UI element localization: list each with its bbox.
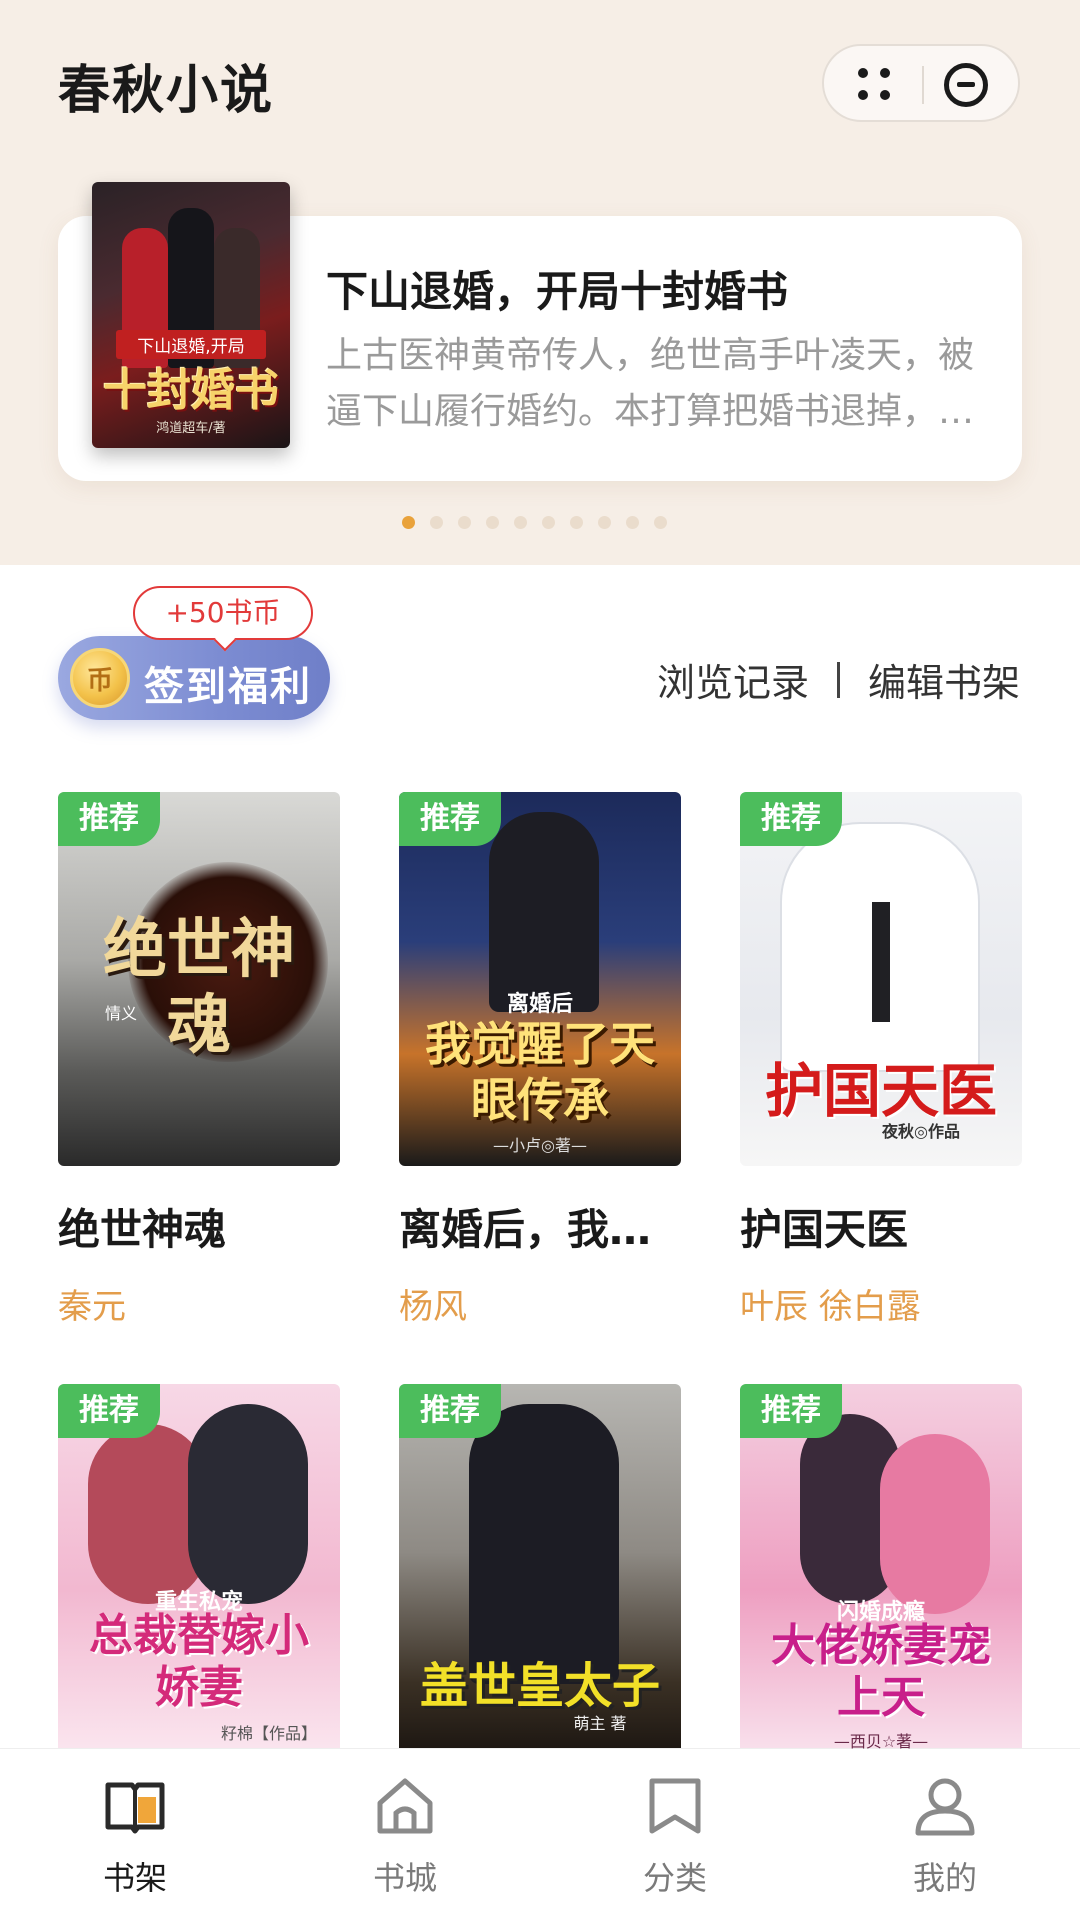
featured-book-cover[interactable]: 下山退婚,开局 十封婚书 鸿道超车/著 <box>92 182 290 448</box>
bookmark-icon <box>649 1778 701 1834</box>
cover-author: 萌主 著 <box>573 1714 627 1733</box>
tab-label: 我的 <box>912 1859 977 1897</box>
book-author: 杨风 <box>399 1287 467 1327</box>
actions-divider <box>836 661 840 698</box>
recommend-tag: 推荐 <box>58 792 160 846</box>
cover-title: 总裁替嫁小娇妻 <box>89 1610 309 1713</box>
tab-label: 书架 <box>102 1859 167 1897</box>
book-item[interactable]: 推荐 盖世皇太子 萌主 著 <box>399 1384 681 1810</box>
book-title[interactable]: 离婚后，我… <box>399 1196 681 1257</box>
book-item[interactable]: 推荐 护国天医 夜秋◎作品 护国天医 叶辰 徐白露 <box>740 792 1022 1328</box>
recommend-tag: 推荐 <box>740 792 842 846</box>
cover-title: 大佬娇妻宠上天 <box>771 1620 991 1723</box>
cover-art <box>188 1404 308 1604</box>
cover-title: 十封婚书 <box>103 365 279 416</box>
exit-circle-icon[interactable] <box>944 63 988 107</box>
tab-bookshelf[interactable]: 书架 <box>0 1749 270 1920</box>
pagination-dot[interactable] <box>542 516 555 529</box>
pagination-dot[interactable] <box>486 516 499 529</box>
cover-title: 我觉醒了天眼传承 <box>425 1017 655 1127</box>
book-cover[interactable]: 推荐 绝世神魂 情义 <box>58 792 340 1166</box>
edit-shelf-link[interactable]: 编辑书架 <box>868 652 1020 707</box>
book-title[interactable]: 护国天医 <box>740 1196 1022 1257</box>
book-author: 叶辰 徐白露 <box>740 1287 921 1327</box>
pagination-dot[interactable] <box>458 516 471 529</box>
coin-icon: 币 <box>70 648 130 708</box>
cover-art <box>872 902 890 1022</box>
pagination-dot[interactable] <box>402 516 415 529</box>
book-cover[interactable]: 推荐 盖世皇太子 萌主 著 <box>399 1384 681 1758</box>
cover-author: —西贝☆著— <box>833 1732 929 1751</box>
book-item[interactable]: 推荐 闪婚成瘾 大佬娇妻宠上天 —西贝☆著— <box>740 1384 1022 1810</box>
book-item[interactable]: 推荐 离婚后 我觉醒了天眼传承 —小卢◎著— 离婚后，我… 杨风 <box>399 792 681 1328</box>
cover-art <box>489 812 599 1012</box>
pagination-dot[interactable] <box>654 516 667 529</box>
cover-subtitle: 离婚后 <box>506 992 573 1017</box>
shelf-actions: 浏览记录 编辑书架 <box>657 652 1020 707</box>
browse-history-link[interactable]: 浏览记录 <box>657 652 809 707</box>
pagination-dot[interactable] <box>598 516 611 529</box>
book-cover[interactable]: 推荐 离婚后 我觉醒了天眼传承 —小卢◎著— <box>399 792 681 1166</box>
book-open-icon <box>105 1782 165 1834</box>
cover-author: —小卢◎著— <box>493 1136 587 1155</box>
cover-title: 盖世皇太子 <box>419 1658 660 1714</box>
recommend-tag: 推荐 <box>740 1384 842 1438</box>
bookshelf-screen: 春秋小说 下山退婚,开局 十封婚书 鸿道超车/著 下山退婚，开局十封婚书 上古医… <box>0 0 1080 1920</box>
more-dots-icon[interactable] <box>858 68 892 102</box>
pagination-dot[interactable] <box>430 516 443 529</box>
home-icon <box>377 1778 433 1834</box>
book-item[interactable]: 推荐 重生私宠 总裁替嫁小娇妻 籽棉【作品】 <box>58 1384 340 1810</box>
banner-pagination <box>402 516 667 530</box>
bottom-tab-bar: 书架 书城 分类 我的 <box>0 1748 1080 1920</box>
cover-art <box>880 1434 990 1614</box>
checkin-bonus-badge: +50书币 <box>133 586 313 640</box>
capsule-divider <box>922 66 924 104</box>
recommend-tag: 推荐 <box>399 1384 501 1438</box>
user-icon <box>915 1778 975 1836</box>
cover-subtitle: 情义 <box>104 1004 137 1023</box>
cover-title: 护国天医 <box>764 1057 997 1125</box>
tab-label: 书城 <box>372 1859 437 1897</box>
app-title: 春秋小说 <box>58 61 275 121</box>
recommend-tag: 推荐 <box>58 1384 160 1438</box>
checkin-label: 签到福利 <box>144 664 312 710</box>
cover-art <box>469 1404 619 1684</box>
book-cover[interactable]: 推荐 护国天医 夜秋◎作品 <box>740 792 1022 1166</box>
mini-program-capsule <box>822 44 1020 122</box>
cover-author: 夜秋◎作品 <box>882 1122 960 1141</box>
featured-book-title[interactable]: 下山退婚，开局十封婚书 <box>326 258 788 319</box>
tab-label: 分类 <box>642 1859 707 1897</box>
pagination-dot[interactable] <box>570 516 583 529</box>
book-title[interactable]: 绝世神魂 <box>58 1196 340 1257</box>
tab-bookstore[interactable]: 书城 <box>270 1749 540 1920</box>
cover-author: 籽棉【作品】 <box>220 1724 317 1743</box>
featured-book-description: 上古医神黄帝传人，绝世高手叶凌天，被逼下山履行婚约。本打算把婚书退掉，没想到十个… <box>326 335 975 432</box>
tab-category[interactable]: 分类 <box>540 1749 810 1920</box>
tab-profile[interactable]: 我的 <box>810 1749 1080 1920</box>
checkin-button[interactable]: 币 签到福利 <box>58 636 330 720</box>
book-item[interactable]: 推荐 绝世神魂 情义 绝世神魂 秦元 <box>58 792 340 1328</box>
pagination-dot[interactable] <box>626 516 639 529</box>
book-cover[interactable]: 推荐 闪婚成瘾 大佬娇妻宠上天 —西贝☆著— <box>740 1384 1022 1758</box>
pagination-dot[interactable] <box>514 516 527 529</box>
book-cover[interactable]: 推荐 重生私宠 总裁替嫁小娇妻 籽棉【作品】 <box>58 1384 340 1758</box>
recommend-tag: 推荐 <box>399 792 501 846</box>
book-author: 秦元 <box>58 1287 126 1327</box>
cover-author: 鸿道超车/著 <box>156 421 226 436</box>
cover-title: 绝世神魂 <box>103 912 295 1063</box>
